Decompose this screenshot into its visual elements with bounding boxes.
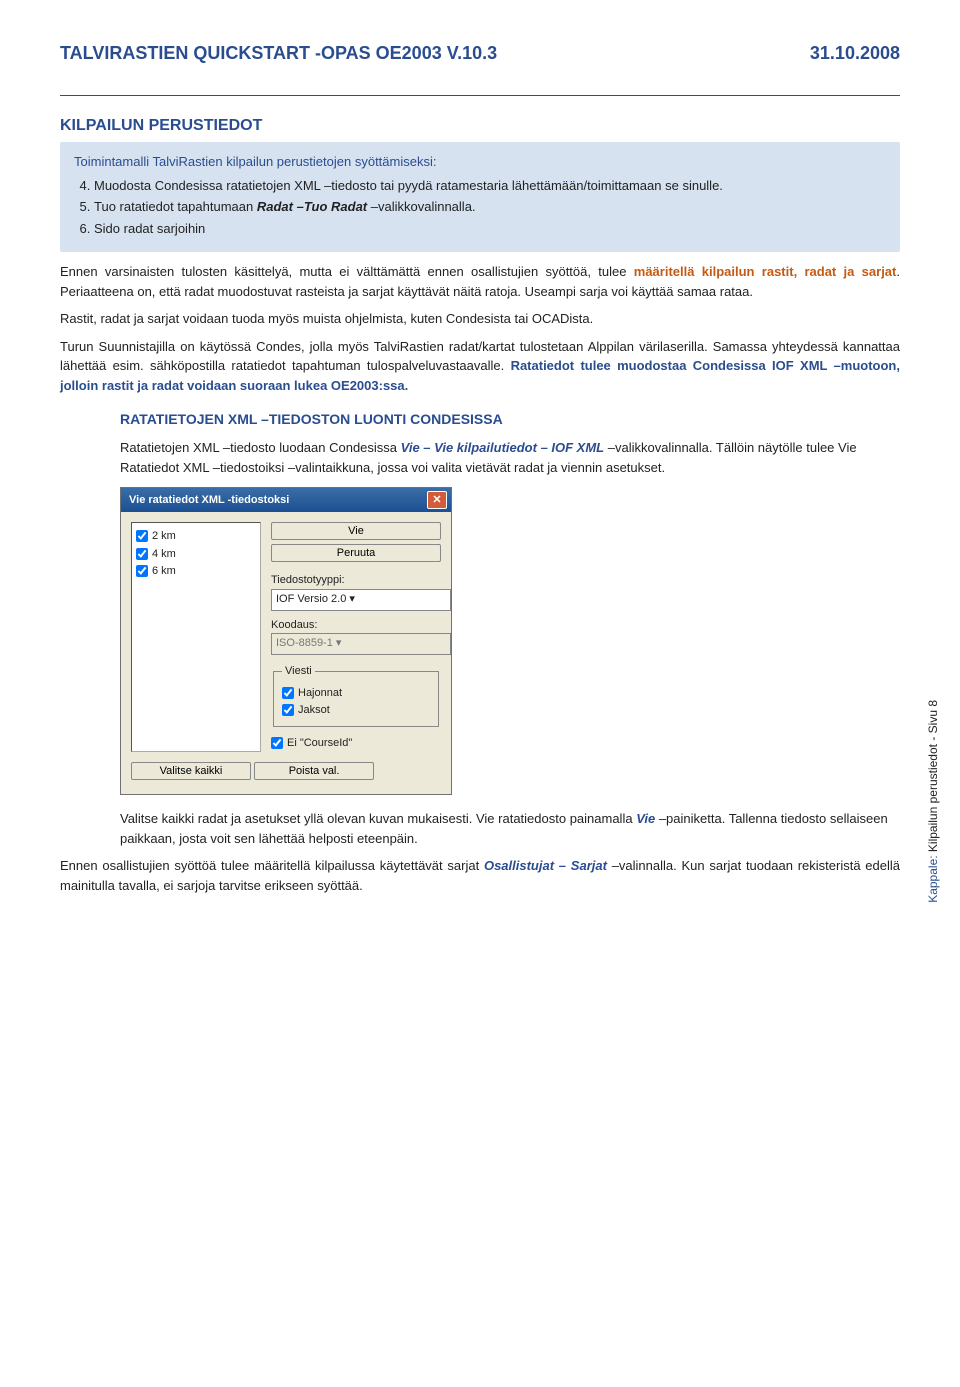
deselect-button[interactable]: Poista val. — [254, 762, 374, 780]
header-rule — [60, 95, 900, 96]
bluebox-lead: Toimintamalli TalviRastien kilpailun per… — [74, 152, 886, 172]
select-filetype-value: IOF Versio 2.0 — [276, 593, 346, 605]
label-filetype: Tiedostotyyppi: — [271, 572, 441, 589]
bluebox-steps: Muodosta Condesissa ratatietojen XML –ti… — [94, 176, 886, 239]
route-item-2km[interactable]: 2 km — [136, 528, 256, 545]
fieldset-viesti: Viesti Hajonnat Jaksot — [273, 663, 439, 727]
route-item-4km[interactable]: 4 km — [136, 546, 256, 563]
step-5-a: Tuo ratatiedot tapahtumaan — [94, 199, 257, 214]
sub-text-a: Ratatietojen XML –tiedosto luodaan Conde… — [120, 440, 401, 455]
label-courseid: Ei "CourseId" — [287, 735, 352, 752]
after-p1-vie: Vie — [636, 811, 655, 826]
check-row-hajonnat[interactable]: Hajonnat — [282, 685, 430, 702]
legend-viesti: Viesti — [282, 663, 315, 680]
step-4: Muodosta Condesissa ratatietojen XML –ti… — [94, 176, 886, 196]
label-hajonnat: Hajonnat — [298, 685, 342, 702]
para-define-highlight: määritellä kilpailun rastit, radat ja sa… — [634, 264, 897, 279]
dialog-title-text: Vie ratatiedot XML -tiedostoksi — [129, 492, 289, 509]
page-header-date: 31.10.2008 — [810, 40, 900, 67]
vie-button[interactable]: Vie — [271, 522, 441, 540]
after-p1-a: Valitse kaikki radat ja asetukset yllä o… — [120, 811, 636, 826]
label-jaksot: Jaksot — [298, 702, 330, 719]
route-check-6km[interactable] — [136, 565, 148, 577]
sub-text-command: Vie – Vie kilpailutiedot – IOF XML — [401, 440, 604, 455]
after-p2-a: Ennen osallistujien syöttöä tulee määrit… — [60, 858, 484, 873]
side-text: Kilpailun perustiedot - Sivu 8 — [926, 700, 940, 855]
check-jaksot[interactable] — [282, 704, 294, 716]
step-5-c: –valikkovalinnalla. — [367, 199, 475, 214]
after-dialog-p1: Valitse kaikki radat ja asetukset yllä o… — [120, 809, 900, 848]
select-encoding-value: ISO-8859-1 — [276, 637, 333, 649]
side-kappale: Kappale: — [926, 856, 940, 903]
label-encoding: Koodaus: — [271, 617, 441, 634]
step-6: Sido radat sarjoihin — [94, 219, 886, 239]
para-define: Ennen varsinaisten tulosten käsittelyä, … — [60, 262, 900, 301]
para-define-a: Ennen varsinaisten tulosten käsittelyä, … — [60, 264, 634, 279]
route-check-2km[interactable] — [136, 530, 148, 542]
para-condes: Turun Suunnistajilla on käytössä Condes,… — [60, 337, 900, 396]
step-5-command: Radat –Tuo Radat — [257, 199, 367, 214]
route-item-6km[interactable]: 6 km — [136, 563, 256, 580]
select-encoding: ISO-8859-1 ▾ — [271, 633, 451, 655]
route-check-4km[interactable] — [136, 548, 148, 560]
subsection-heading: RATATIETOJEN XML –TIEDOSTON LUONTI CONDE… — [120, 409, 900, 430]
route-label-4km: 4 km — [152, 546, 176, 563]
page-header-title: TALVIRASTIEN QUICKSTART -OPAS OE2003 V.1… — [60, 40, 497, 67]
check-courseid[interactable] — [271, 737, 283, 749]
select-filetype[interactable]: IOF Versio 2.0 ▾ — [271, 589, 451, 611]
para-import-note: Rastit, radat ja sarjat voidaan tuoda my… — [60, 309, 900, 329]
after-p2-command: Osallistujat – Sarjat — [484, 858, 607, 873]
step-5: Tuo ratatiedot tapahtumaan Radat –Tuo Ra… — [94, 197, 886, 217]
peruuta-button[interactable]: Peruuta — [271, 544, 441, 562]
after-dialog-p2: Ennen osallistujien syöttöä tulee määrit… — [60, 856, 900, 895]
dialog-titlebar: Vie ratatiedot XML -tiedostoksi ✕ — [121, 488, 451, 512]
section-heading: KILPAILUN PERUSTIEDOT — [60, 114, 900, 138]
subsection-text: Ratatietojen XML –tiedosto luodaan Conde… — [120, 438, 900, 477]
close-icon[interactable]: ✕ — [427, 491, 447, 509]
page-side-label: Kappale: Kilpailun perustiedot - Sivu 8 — [924, 700, 942, 903]
check-row-courseid[interactable]: Ei "CourseId" — [271, 735, 441, 752]
check-row-jaksot[interactable]: Jaksot — [282, 702, 430, 719]
route-listbox[interactable]: 2 km 4 km 6 km — [131, 522, 261, 752]
select-all-button[interactable]: Valitse kaikki — [131, 762, 251, 780]
route-label-6km: 6 km — [152, 563, 176, 580]
bluebox-procedure: Toimintamalli TalviRastien kilpailun per… — [60, 142, 900, 252]
check-hajonnat[interactable] — [282, 687, 294, 699]
route-label-2km: 2 km — [152, 528, 176, 545]
dialog-export-xml: Vie ratatiedot XML -tiedostoksi ✕ 2 km 4… — [120, 487, 452, 795]
